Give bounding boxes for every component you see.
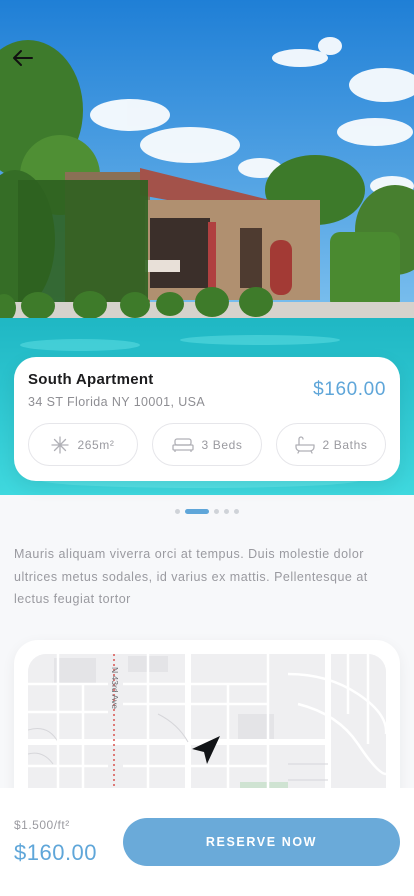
feature-beds-label: 3 Beds [201, 437, 243, 452]
feature-baths-label: 2 Baths [322, 437, 368, 452]
arrow-left-icon [13, 50, 33, 66]
feature-area-label: 265m² [77, 437, 115, 452]
property-price: $160.00 [313, 379, 386, 400]
carousel-dot[interactable] [175, 509, 180, 514]
property-address: 34 ST Florida NY 10001, USA [28, 395, 206, 409]
navigation-arrow-icon [192, 736, 220, 764]
back-button[interactable] [10, 44, 38, 72]
carousel-dot[interactable] [224, 509, 229, 514]
property-title: South Apartment [28, 371, 154, 388]
street-label: N 43rd Ave [110, 667, 120, 709]
bed-icon [171, 437, 194, 452]
area-icon [51, 435, 70, 454]
carousel-dot[interactable] [214, 509, 219, 514]
feature-baths: 2 Baths [276, 423, 386, 466]
feature-beds: 3 Beds [152, 423, 262, 466]
carousel-dot[interactable] [185, 509, 209, 514]
total-price: $160.00 [14, 840, 98, 865]
property-description: Mauris aliquam viverra orci at tempus. D… [14, 547, 368, 606]
bathtub-icon [294, 435, 315, 454]
booking-bar: $1.500/ft² $160.00 RESERVE NOW [0, 788, 414, 896]
reserve-now-button[interactable]: RESERVE NOW [123, 818, 400, 866]
property-info-card: South Apartment 34 ST Florida NY 10001, … [14, 357, 400, 481]
carousel-indicator[interactable] [0, 509, 414, 514]
unit-price: $1.500/ft² [14, 818, 70, 832]
carousel-dot[interactable] [234, 509, 239, 514]
feature-area: 265m² [28, 423, 138, 466]
